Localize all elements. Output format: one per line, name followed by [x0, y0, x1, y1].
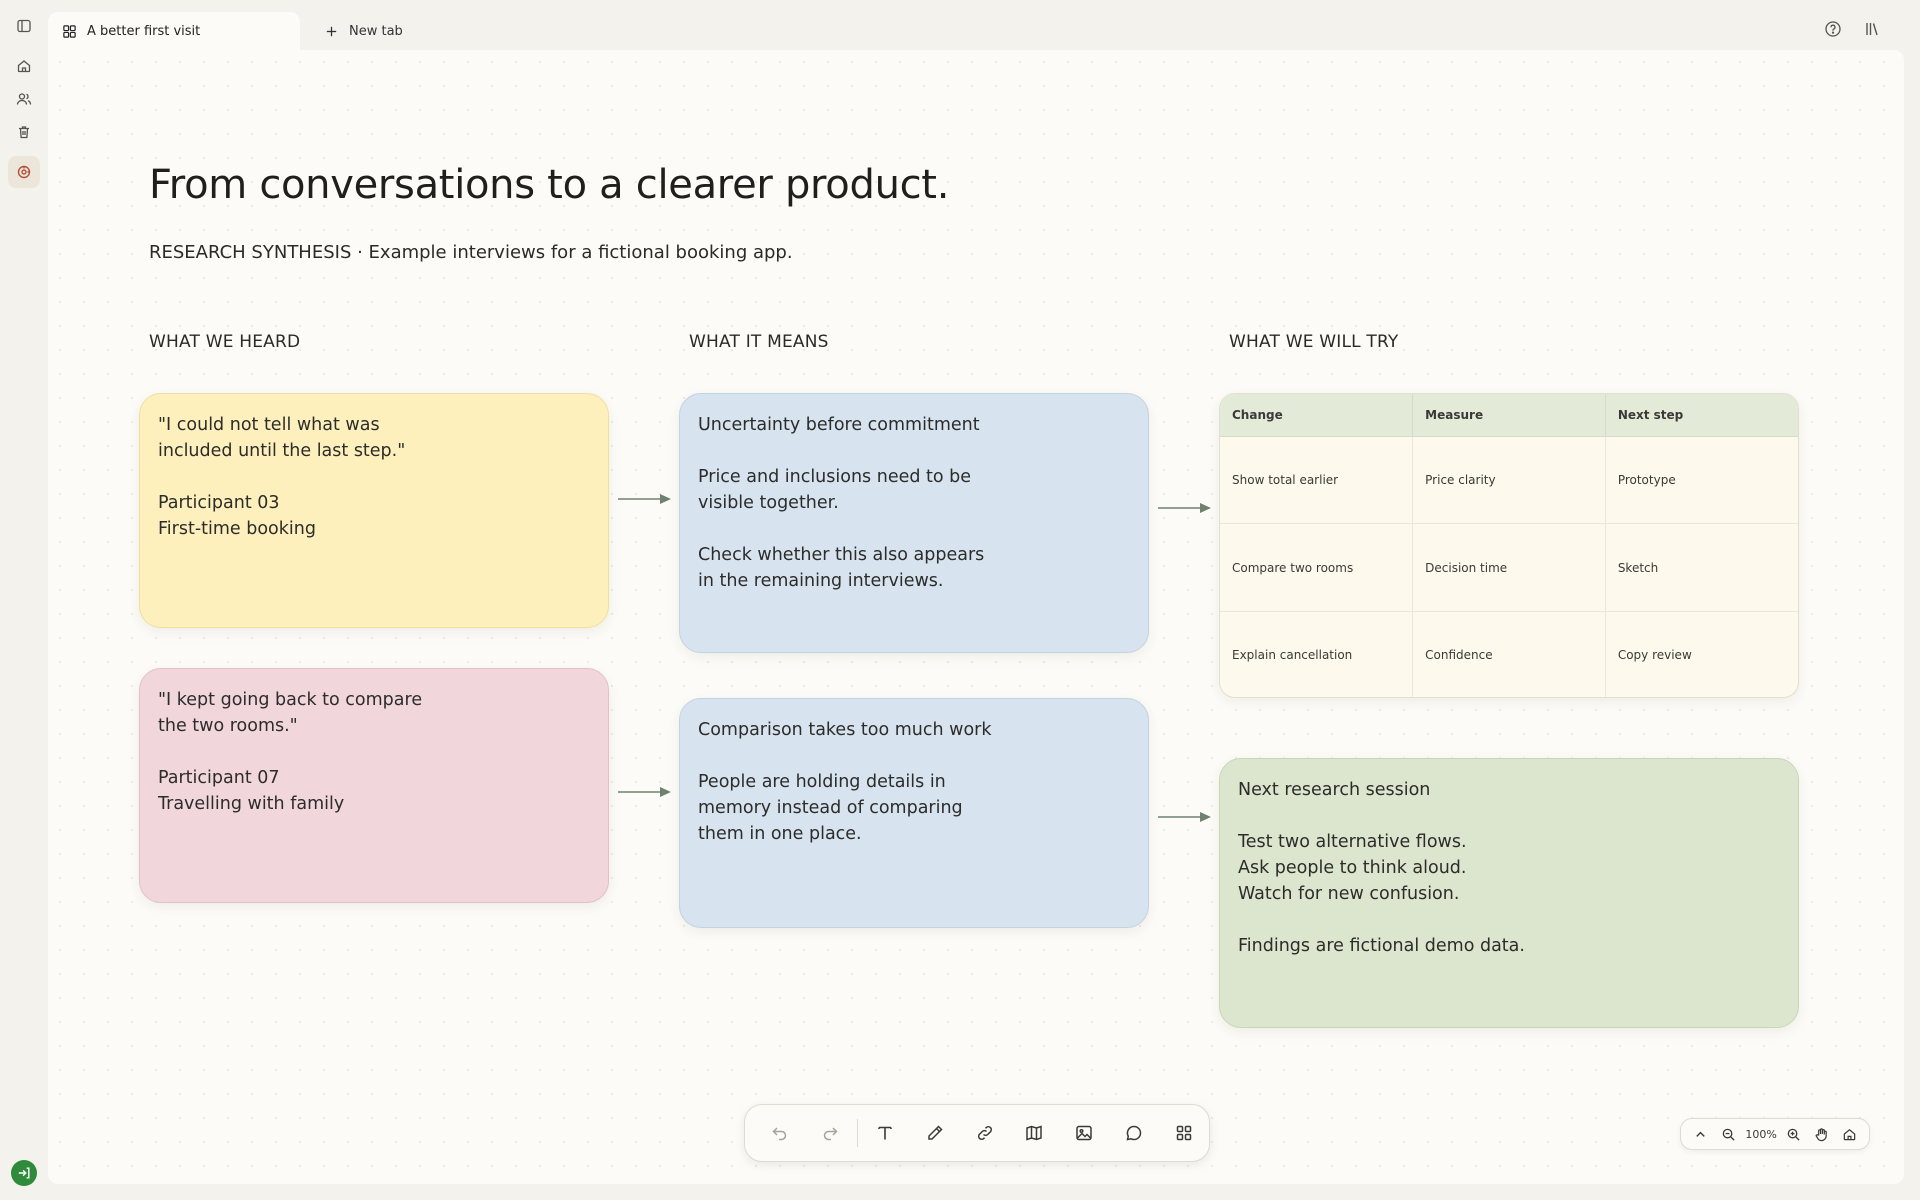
- left-rail: [0, 0, 48, 1200]
- quote-line: "I could not tell what was: [158, 415, 380, 435]
- tab-bar: A better first visit New tab: [48, 0, 1920, 50]
- text-icon[interactable]: [860, 1113, 910, 1153]
- drawing-toolbar: [744, 1104, 1210, 1162]
- note-title: Next research session: [1238, 780, 1431, 800]
- board-title: From conversations to a clearer product.: [149, 162, 950, 208]
- table-cell[interactable]: Compare two rooms: [1220, 523, 1414, 613]
- undo-icon[interactable]: [755, 1113, 805, 1153]
- image-icon[interactable]: [1059, 1113, 1109, 1153]
- table-row: Compare two rooms Decision time Sketch: [1220, 523, 1798, 613]
- connector-arrow[interactable]: [618, 785, 672, 799]
- comment-icon[interactable]: [1109, 1113, 1159, 1153]
- connector-arrow[interactable]: [1158, 501, 1212, 515]
- research-icon[interactable]: [8, 156, 40, 188]
- table-cell[interactable]: Copy review: [1605, 612, 1798, 697]
- connector-arrow[interactable]: [618, 492, 672, 506]
- note-body: People are holding details in: [698, 772, 946, 792]
- connector-arrow[interactable]: [1158, 810, 1212, 824]
- zoom-level[interactable]: 100%: [1745, 1128, 1776, 1141]
- zoom-in-icon[interactable]: [1783, 1123, 1805, 1145]
- column-heading-try: WHAT WE WILL TRY: [1229, 332, 1399, 352]
- link-icon[interactable]: [960, 1113, 1010, 1153]
- map-icon[interactable]: [1009, 1113, 1059, 1153]
- help-icon[interactable]: [1822, 18, 1844, 40]
- zoom-out-icon[interactable]: [1718, 1123, 1740, 1145]
- table-cell[interactable]: Sketch: [1605, 523, 1798, 613]
- quote-line: included until the last step.": [158, 441, 406, 461]
- sticky-note-means-1[interactable]: Uncertainty before commitment Price and …: [679, 393, 1149, 653]
- table-cell[interactable]: Explain cancellation: [1220, 611, 1414, 697]
- table-row: Show total earlier Price clarity Prototy…: [1220, 436, 1798, 525]
- sidebar-toggle-icon[interactable]: [8, 10, 40, 42]
- whiteboard-canvas[interactable]: From conversations to a clearer product.…: [48, 50, 1904, 1184]
- library-icon[interactable]: [1861, 18, 1883, 40]
- pen-icon[interactable]: [910, 1113, 960, 1153]
- note-body: Test two alternative flows.: [1238, 832, 1467, 852]
- note-body: visible together.: [698, 493, 839, 513]
- note-footer: Findings are fictional demo data.: [1238, 936, 1525, 956]
- table-header-cell: Change: [1220, 394, 1414, 437]
- table-cell[interactable]: Confidence: [1412, 611, 1606, 697]
- exit-icon[interactable]: [11, 1160, 37, 1186]
- note-body: Ask people to think aloud.: [1238, 858, 1467, 878]
- plan-table[interactable]: Change Measure Next step Show total earl…: [1219, 393, 1799, 698]
- people-icon[interactable]: [8, 83, 40, 115]
- sticky-note-heard-2[interactable]: "I kept going back to compare the two roo…: [139, 668, 609, 903]
- note-title: Comparison takes too much work: [698, 720, 992, 740]
- hand-icon[interactable]: [1810, 1123, 1832, 1145]
- quote-line: "I kept going back to compare: [158, 690, 423, 710]
- sticky-note-heard-1[interactable]: "I could not tell what was included until…: [139, 393, 609, 628]
- table-header-row: Change Measure Next step: [1220, 394, 1798, 437]
- home-view-icon[interactable]: [1838, 1123, 1860, 1145]
- new-tab-button[interactable]: New tab: [324, 12, 403, 50]
- participant-label: Participant 07: [158, 768, 280, 788]
- plus-icon: [326, 26, 337, 36]
- table-cell[interactable]: Show total earlier: [1220, 436, 1414, 525]
- grid-icon: [63, 24, 76, 38]
- trash-icon[interactable]: [8, 116, 40, 148]
- apps-icon[interactable]: [1159, 1113, 1209, 1153]
- table-header-cell: Measure: [1412, 394, 1606, 437]
- participant-context: First-time booking: [158, 519, 316, 539]
- note-body: memory instead of comparing: [698, 798, 963, 818]
- chevron-up-icon[interactable]: [1690, 1123, 1712, 1145]
- note-body: them in one place.: [698, 824, 862, 844]
- new-tab-label: New tab: [349, 23, 403, 39]
- table-row: Explain cancellation Confidence Copy rev…: [1220, 611, 1798, 697]
- home-icon[interactable]: [8, 50, 40, 82]
- note-body: Price and inclusions need to be: [698, 467, 972, 487]
- participant-label: Participant 03: [158, 493, 280, 513]
- column-heading-heard: WHAT WE HEARD: [149, 332, 301, 352]
- sticky-note-means-2[interactable]: Comparison takes too much work People ar…: [679, 698, 1149, 928]
- note-title: Uncertainty before commitment: [698, 415, 980, 435]
- zoom-controls: 100%: [1680, 1118, 1870, 1150]
- toolbar-divider: [856, 1119, 858, 1147]
- quote-line: the two rooms.": [158, 716, 298, 736]
- tab-a-better-first-visit[interactable]: A better first visit: [48, 12, 300, 50]
- redo-icon[interactable]: [805, 1113, 855, 1153]
- participant-context: Travelling with family: [158, 794, 345, 814]
- table-cell[interactable]: Prototype: [1605, 436, 1798, 525]
- sticky-note-next-session[interactable]: Next research session Test two alternati…: [1219, 758, 1799, 1028]
- column-heading-means: WHAT IT MEANS: [689, 332, 829, 352]
- table-cell[interactable]: Decision time: [1412, 523, 1606, 613]
- note-body: in the remaining interviews.: [698, 571, 944, 591]
- table-cell[interactable]: Price clarity: [1412, 436, 1606, 525]
- table-header-cell: Next step: [1605, 394, 1798, 437]
- note-body: Check whether this also appears: [698, 545, 985, 565]
- tab-label: A better first visit: [87, 23, 201, 39]
- board-subtitle: RESEARCH SYNTHESIS · Example interviews …: [149, 242, 793, 263]
- note-body: Watch for new confusion.: [1238, 884, 1460, 904]
